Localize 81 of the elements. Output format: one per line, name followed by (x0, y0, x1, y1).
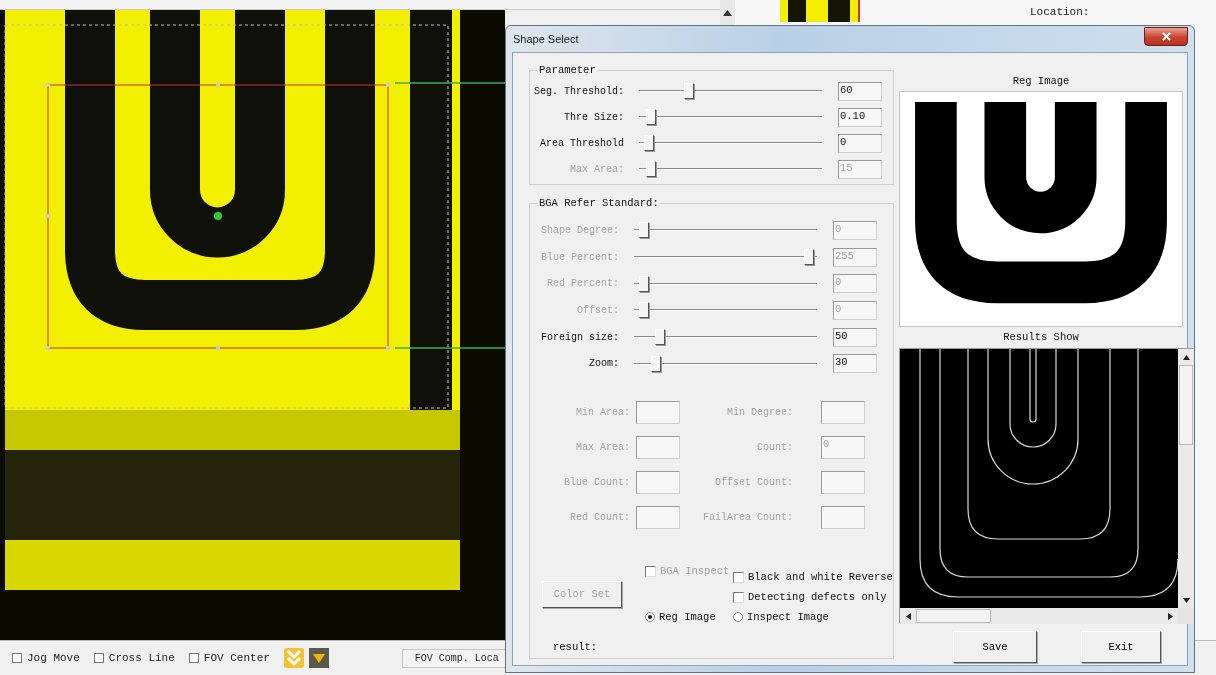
input-field[interactable] (821, 506, 865, 530)
field-label: Count: (756, 442, 793, 454)
slider[interactable] (634, 354, 817, 373)
slider[interactable] (634, 328, 817, 347)
radio-label: Reg Image (659, 611, 716, 624)
checkbox-label: Black and white Reverse (748, 571, 893, 584)
field-label: Max Area: (575, 442, 630, 454)
field-label: Blue Count: (563, 477, 630, 489)
checkbox-label: Cross Line (108, 652, 175, 664)
input-field[interactable] (636, 471, 680, 495)
scroll-up-icon (1182, 353, 1190, 361)
checkbox-label: Detecting defects only (748, 591, 887, 604)
group-title: Parameter (538, 64, 597, 76)
checkbox-label: Jog Move (27, 652, 80, 664)
value-field[interactable]: 30 (833, 354, 877, 374)
field-label: Red Count: (569, 512, 630, 524)
value-field[interactable]: 0.10 (838, 107, 882, 127)
exit-button[interactable]: Exit (1081, 631, 1161, 663)
checkbox-label: BGA Inspect (660, 565, 730, 578)
scrollbar-thumb[interactable] (916, 609, 991, 623)
slider-thumb[interactable] (683, 83, 694, 99)
checkbox[interactable] (188, 653, 199, 663)
slider-thumb[interactable] (651, 355, 662, 372)
slider[interactable] (639, 134, 822, 152)
close-icon (1161, 31, 1171, 41)
slider[interactable] (634, 301, 817, 320)
slider[interactable] (634, 248, 817, 267)
checkbox[interactable] (12, 653, 22, 663)
close-button[interactable] (1144, 26, 1188, 46)
slider-label: Shape Degree: (540, 224, 619, 236)
image-title: Results Show (1002, 331, 1080, 343)
slider-thumb[interactable] (645, 109, 656, 125)
radio-button[interactable] (645, 612, 655, 623)
slider-thumb[interactable] (654, 329, 665, 346)
horizontal-scrollbar[interactable] (900, 608, 1178, 624)
scroll-left-icon (904, 612, 912, 620)
value-field[interactable]: 50 (833, 327, 877, 347)
scroll-down-icon (1182, 596, 1190, 604)
group-title: BGA Refer Standard: (538, 197, 660, 209)
field-label: FailArea Count: (702, 512, 793, 524)
image-title: Reg Image (1011, 75, 1071, 87)
radio-button[interactable] (733, 612, 743, 623)
checkbox[interactable] (93, 653, 104, 663)
checkbox[interactable] (733, 591, 744, 603)
slider-label: Seg. Threshold: (533, 85, 624, 97)
triangle-down-icon[interactable] (308, 648, 329, 668)
slider-label: Zoom: (588, 358, 619, 370)
result-label: result: (553, 641, 599, 654)
input-field[interactable] (636, 506, 680, 530)
slider[interactable] (639, 82, 822, 100)
window-title: Shape Select (512, 33, 579, 45)
save-button[interactable]: Save (953, 631, 1037, 663)
slider[interactable] (634, 274, 817, 293)
scroll-right-icon (1166, 612, 1174, 620)
input-field[interactable] (821, 401, 865, 425)
location-label: Location: (1030, 6, 1090, 18)
checkbox-label: FOV Center (203, 652, 270, 664)
slider-label: Foreign size: (540, 331, 619, 343)
radio-label: Inspect Image (747, 611, 829, 624)
value-field[interactable]: 0 (838, 133, 882, 153)
input-field[interactable] (821, 471, 865, 495)
input-field[interactable] (636, 401, 680, 425)
slider-thumb[interactable] (644, 135, 655, 151)
slider[interactable] (639, 108, 822, 126)
slider-label: Max Area: (569, 163, 624, 175)
slider-label: Area Threshold (539, 137, 624, 149)
scrollbar-thumb[interactable] (1179, 365, 1193, 445)
input-field[interactable] (636, 436, 680, 460)
field-label: Offset Count: (714, 477, 793, 489)
slider-label: Offset: (576, 304, 619, 316)
vertical-scrollbar[interactable] (1178, 349, 1194, 608)
slider-label: Blue Percent: (540, 251, 619, 263)
field-label: Min Degree: (726, 407, 793, 419)
value-field[interactable]: 60 (838, 81, 882, 101)
scroll-up-icon[interactable] (723, 10, 732, 16)
slider-label: Thre Size: (563, 111, 624, 123)
slider[interactable] (634, 221, 817, 240)
checkbox[interactable] (733, 571, 744, 583)
field-label: Min Area: (575, 407, 630, 419)
slider[interactable] (639, 160, 822, 178)
slider-label: Red Percent: (546, 278, 619, 290)
